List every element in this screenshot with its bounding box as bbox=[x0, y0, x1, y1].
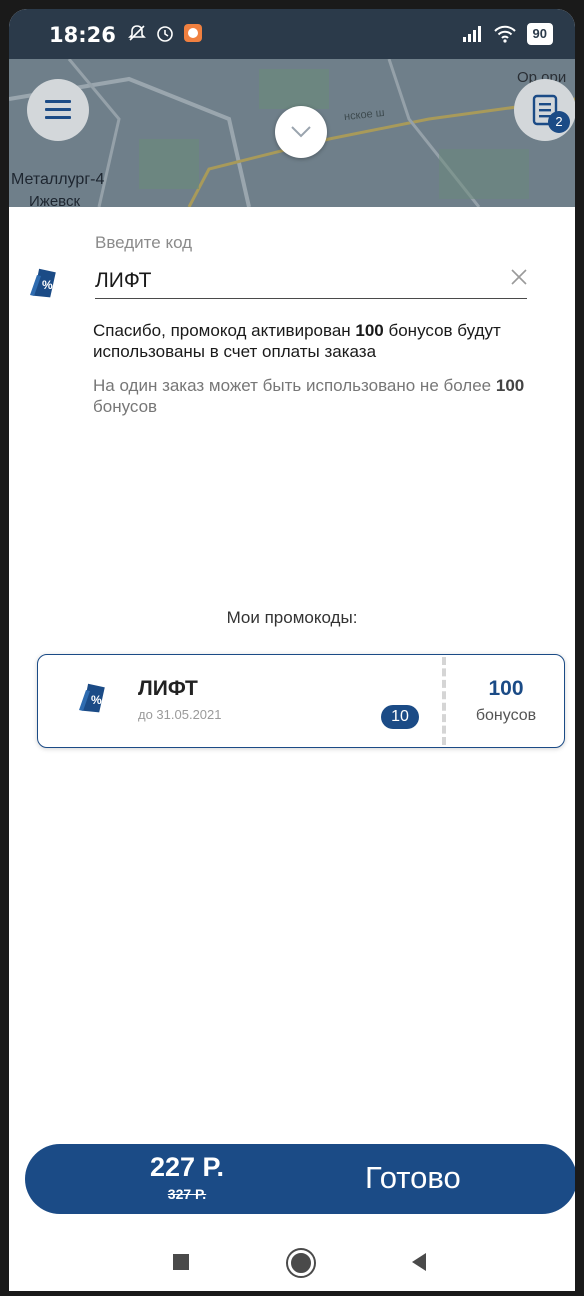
orders-count-badge: 2 bbox=[548, 111, 570, 133]
done-button[interactable]: 227 Р. 327 Р. Готово bbox=[25, 1144, 575, 1214]
wifi-icon bbox=[493, 25, 516, 43]
promo-expiry-date: до 31.05.2021 bbox=[138, 707, 222, 722]
promo-code-input[interactable] bbox=[95, 264, 527, 299]
signal-icon bbox=[462, 26, 481, 42]
promo-tag-icon: % bbox=[30, 268, 56, 298]
limit-bonus-amount: 100 bbox=[495, 376, 525, 395]
success-text: Спасибо, промокод активирован bbox=[93, 321, 356, 340]
map-label: Ижевск bbox=[29, 193, 81, 207]
chevron-down-icon bbox=[291, 126, 311, 138]
promo-code-label: Введите код bbox=[95, 233, 193, 252]
orders-button[interactable]: 2 bbox=[514, 79, 575, 141]
recents-icon[interactable] bbox=[173, 1254, 189, 1270]
status-icons-right: 90 bbox=[461, 23, 553, 45]
success-bonus-amount: 100 bbox=[355, 321, 384, 340]
battery-icon: 90 bbox=[526, 23, 553, 45]
promo-card[interactable]: % ЛИФТ до 31.05.2021 10 100 бонусов bbox=[37, 654, 565, 748]
menu-button[interactable] bbox=[27, 79, 89, 141]
alarm-icon bbox=[157, 26, 173, 42]
promo-bonus-unit: бонусов bbox=[475, 707, 537, 724]
bonus-limit-message: На один заказ может быть использовано не… bbox=[93, 375, 543, 417]
promo-name: ЛИФТ bbox=[138, 677, 198, 700]
hamburger-icon bbox=[45, 100, 71, 119]
app-screen: 18:26 90 Металлург-4 Ижевск нское ш Ор о… bbox=[9, 9, 575, 1291]
clear-input-icon[interactable] bbox=[507, 265, 531, 289]
home-icon[interactable] bbox=[288, 1250, 314, 1276]
svg-text:%: % bbox=[42, 278, 53, 292]
old-price: 327 Р. bbox=[167, 1186, 207, 1202]
promo-tag-icon: % bbox=[79, 683, 105, 713]
app-notification-icon bbox=[184, 24, 202, 42]
promo-bonus-amount: 100 bbox=[488, 677, 524, 700]
limit-text: бонусов bbox=[93, 397, 158, 416]
collapse-sheet-button[interactable] bbox=[275, 106, 327, 158]
status-time: 18:26 bbox=[49, 23, 116, 47]
card-divider bbox=[442, 657, 446, 745]
promo-success-message: Спасибо, промокод активирован 100 бонусо… bbox=[93, 320, 543, 362]
done-label: Готово bbox=[365, 1160, 461, 1195]
limit-text: На один заказ может быть использовано не… bbox=[93, 376, 496, 395]
svg-text:%: % bbox=[91, 693, 102, 707]
my-promos-title: Мои промокоды: bbox=[226, 608, 358, 627]
mute-icon bbox=[128, 25, 146, 41]
promo-count-badge: 10 bbox=[381, 705, 419, 729]
status-icons-left bbox=[127, 23, 203, 43]
total-price: 227 Р. bbox=[149, 1152, 224, 1182]
status-bar: 18:26 90 bbox=[9, 9, 575, 59]
back-icon[interactable] bbox=[412, 1253, 426, 1271]
system-nav-bar bbox=[9, 1228, 575, 1291]
map-label: Металлург-4 bbox=[11, 171, 105, 188]
